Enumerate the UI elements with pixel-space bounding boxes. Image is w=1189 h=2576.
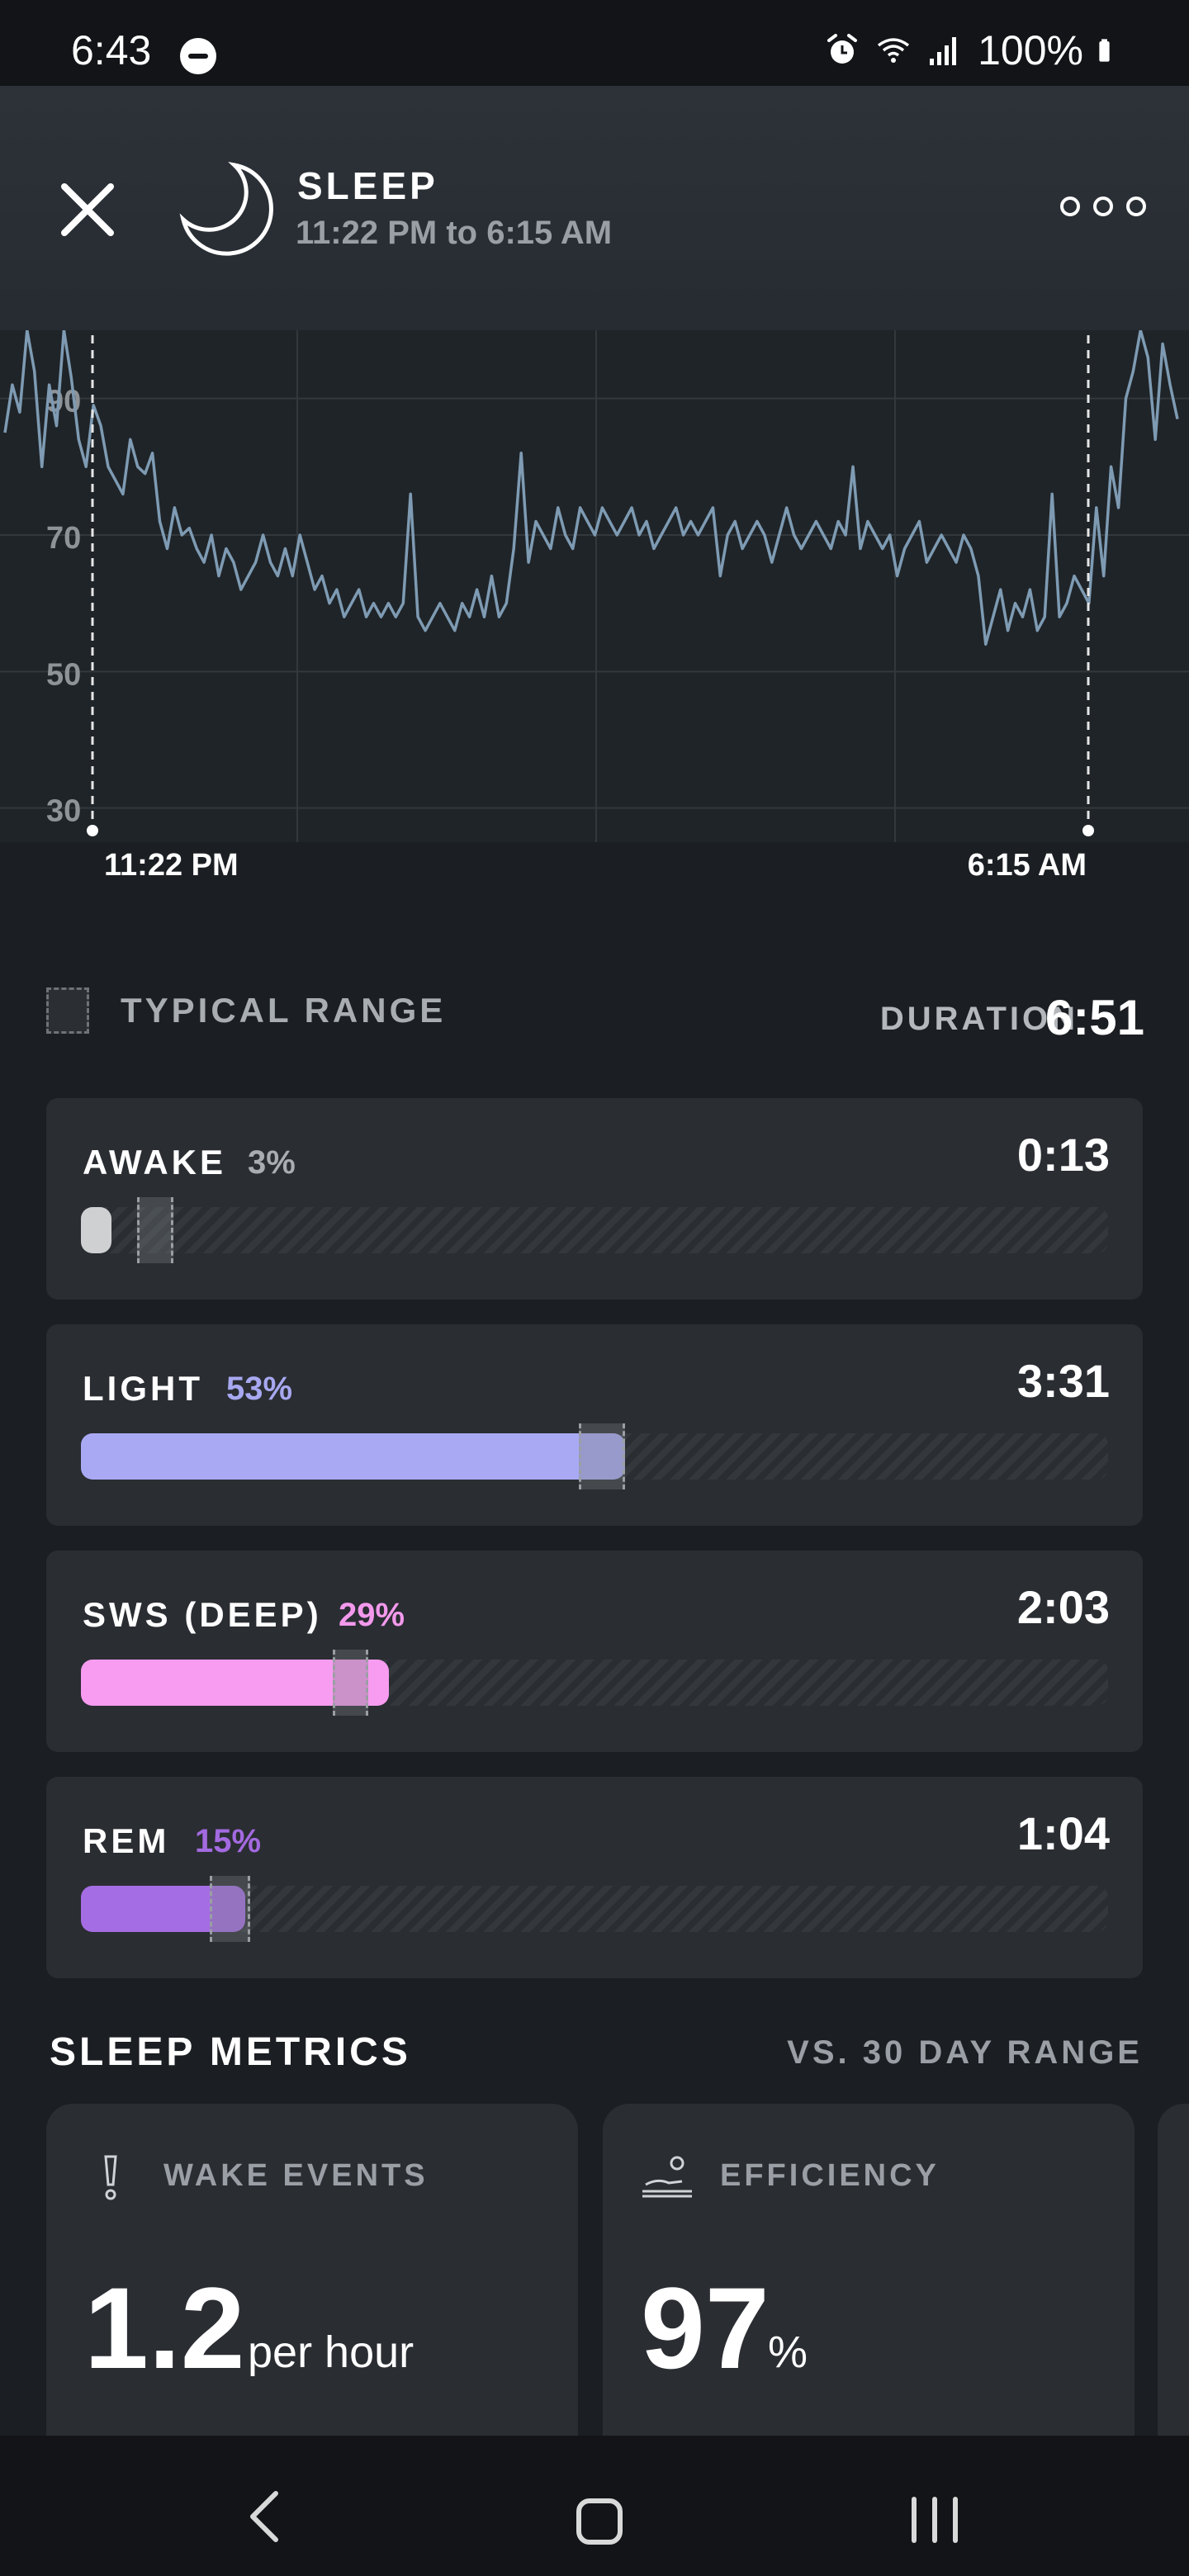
back-icon[interactable]	[244, 2490, 284, 2543]
stage-name: SWS (DEEP)	[83, 1595, 322, 1634]
stage-name: AWAKE	[83, 1143, 227, 1181]
metric-value: 97	[641, 2263, 770, 2393]
stage-name: REM	[83, 1821, 170, 1860]
metric-card-wake-events[interactable]: WAKE EVENTS 1.2 per hour	[46, 2104, 578, 2484]
chart-background	[0, 330, 1189, 842]
stage-percent: 3%	[248, 1144, 296, 1181]
stage-percent: 29%	[339, 1597, 405, 1633]
stage-typical-range	[209, 1876, 251, 1942]
metric-unit: per hour	[248, 2327, 414, 2377]
metric-card-next[interactable]	[1158, 2104, 1189, 2484]
stage-percent: 53%	[226, 1371, 293, 1407]
heart-rate-chart: 3050709011:22 PM 6:15 AM	[0, 330, 1189, 883]
metric-card-efficiency[interactable]: EFFICIENCY 97 %	[603, 2104, 1135, 2484]
stage-typical-range	[579, 1423, 626, 1489]
wifi-icon	[878, 38, 910, 63]
stage-card-deep[interactable]: SWS (DEEP) 29% 2:03	[46, 1551, 1143, 1752]
stage-bar-track	[81, 1423, 1108, 1489]
y-tick-label: 50	[46, 657, 81, 692]
metric-value: 1.2	[84, 2263, 245, 2393]
status-bar: 6:43 100%	[0, 0, 1189, 86]
y-tick-label: 70	[46, 521, 81, 556]
metric-unit: %	[768, 2327, 808, 2377]
stage-typical-range	[137, 1197, 173, 1263]
stage-percent: 15%	[195, 1823, 262, 1859]
compare-range-label: VS. 30 DAY RANGE	[787, 2034, 1143, 2071]
sleep-end-dot	[1082, 825, 1094, 836]
sleep-metrics-title: SLEEP METRICS	[50, 2030, 411, 2074]
status-time: 6:43	[71, 27, 152, 73]
stage-bar-fill	[81, 1207, 112, 1253]
home-icon[interactable]	[576, 2498, 623, 2545]
stage-bar-track	[81, 1876, 1108, 1942]
sleep-start-dot	[87, 825, 98, 836]
stage-duration: 3:31	[1016, 1355, 1110, 1407]
system-nav-bar	[0, 2436, 1189, 2576]
close-icon[interactable]	[59, 182, 116, 238]
metric-label: WAKE EVENTS	[163, 2158, 429, 2193]
sleeping-person-icon	[642, 2156, 692, 2198]
signal-icon	[930, 37, 957, 65]
recents-icon[interactable]	[912, 2497, 958, 2543]
stage-card-rem[interactable]: REM 15% 1:04	[46, 1777, 1143, 1978]
start-time-label: 11:22 PM	[104, 848, 239, 883]
duration-value: 6:51	[1045, 990, 1144, 1045]
typical-range-swatch	[46, 987, 89, 1034]
moon-icon	[179, 162, 273, 256]
battery-percent: 100%	[978, 27, 1083, 73]
typical-range-label: TYPICAL RANGE	[121, 991, 447, 1030]
sleep-time-range: 11:22 PM to 6:15 AM	[296, 215, 613, 251]
battery-icon	[1099, 39, 1110, 62]
stage-duration: 0:13	[1016, 1129, 1110, 1181]
y-tick-label: 30	[46, 794, 81, 829]
typical-range-row: TYPICAL RANGE DURATION 6:51	[46, 987, 1144, 1045]
page-title: SLEEP	[297, 164, 438, 207]
exclamation-icon	[104, 2155, 117, 2200]
stage-duration: 2:03	[1016, 1581, 1110, 1633]
stage-bar-fill	[81, 1433, 626, 1480]
alarm-icon	[827, 34, 858, 64]
more-options-icon[interactable]	[1060, 190, 1148, 223]
do-not-disturb-icon	[180, 38, 216, 74]
stage-bar-track	[81, 1197, 1108, 1263]
stage-typical-range	[332, 1650, 369, 1716]
status-icons: 100%	[824, 26, 1123, 74]
stage-name: LIGHT	[83, 1369, 203, 1408]
metric-label: EFFICIENCY	[720, 2158, 940, 2193]
stage-bar-track	[81, 1650, 1108, 1716]
stage-duration: 1:04	[1016, 1807, 1110, 1859]
stage-card-light[interactable]: LIGHT 53% 3:31	[46, 1324, 1143, 1526]
end-time-label: 6:15 AM	[968, 848, 1087, 883]
stage-card-awake[interactable]: AWAKE 3% 0:13	[46, 1098, 1143, 1300]
